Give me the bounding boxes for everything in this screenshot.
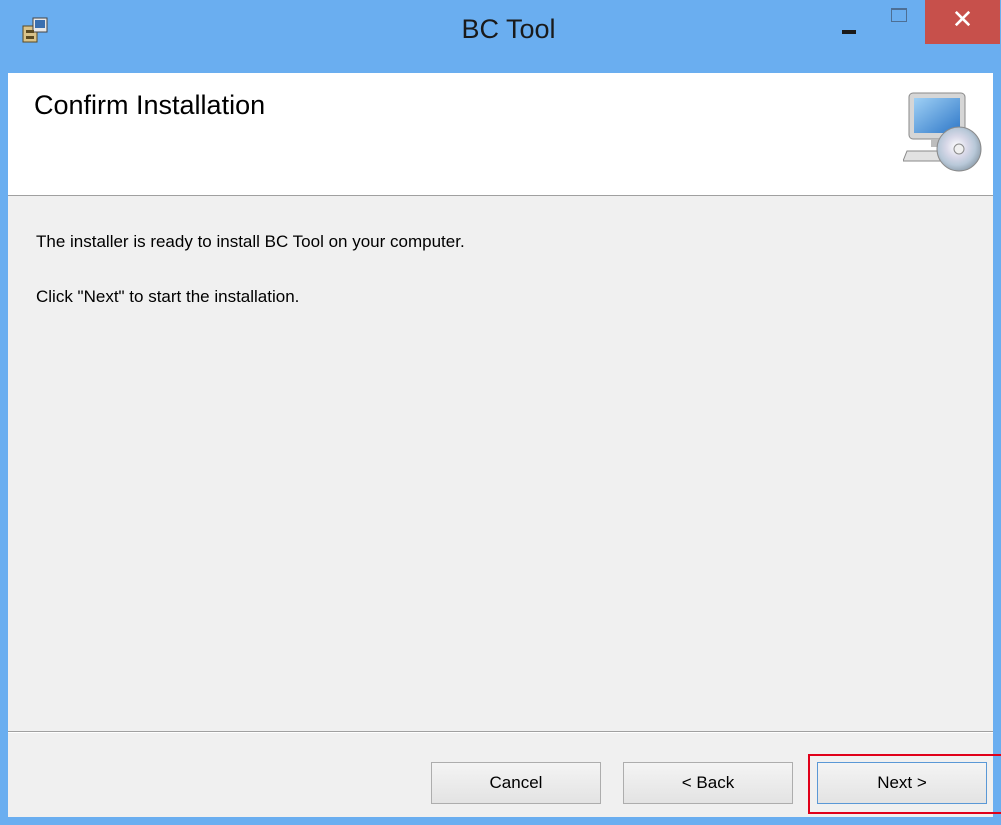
title-bar[interactable]: BC Tool ✕ — [8, 0, 1001, 73]
installer-window: BC Tool ✕ Confirm Installation The insta… — [0, 0, 1001, 825]
info-text-ready: The installer is ready to install BC Too… — [36, 232, 465, 251]
maximize-icon — [891, 8, 907, 22]
close-button[interactable]: ✕ — [925, 0, 1000, 44]
footer-separator — [8, 731, 993, 733]
info-text-next: Click "Next" to start the installation. — [36, 287, 300, 306]
page-title: Confirm Installation — [34, 90, 266, 120]
back-button[interactable]: < Back — [623, 762, 793, 804]
cancel-button[interactable]: Cancel — [431, 762, 601, 804]
maximize-button[interactable] — [876, 0, 922, 44]
minimize-button[interactable] — [828, 0, 874, 44]
highlight-box — [808, 754, 1001, 814]
computer-disc-icon — [903, 92, 982, 172]
minimize-icon — [842, 30, 856, 34]
wizard-header: Confirm Installation — [8, 73, 993, 196]
